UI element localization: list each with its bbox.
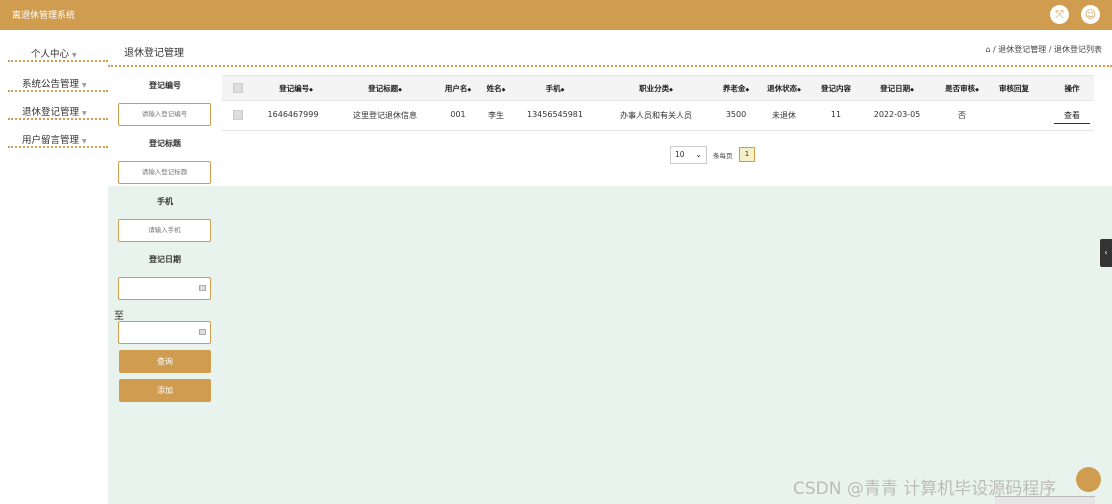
cell-pension: 3500: [725, 110, 747, 119]
sidebar-item-announcements[interactable]: 系统公告管理 ▼: [8, 74, 108, 92]
content-background: [108, 186, 1112, 504]
per-page-label: 条每页: [713, 152, 733, 160]
cell-name: 李生: [488, 111, 504, 120]
select-all-checkbox[interactable]: [233, 83, 243, 93]
page-size-select[interactable]: 10 ⌄: [670, 146, 707, 164]
cell-date: 2022-03-05: [873, 110, 921, 119]
chevron-down-icon: ⌄: [695, 150, 702, 159]
page-title: 退休登记管理: [124, 48, 184, 59]
floating-action-button[interactable]: [1076, 467, 1101, 492]
date-start-input[interactable]: [118, 277, 211, 300]
column-header: 操作: [1064, 84, 1080, 93]
chevron-down-icon: ▼: [72, 52, 77, 59]
calendar-icon: [199, 285, 206, 291]
cell-username: 001: [450, 110, 466, 119]
chevron-down-icon: ▼: [82, 110, 87, 117]
chevron-down-icon: ▼: [82, 138, 87, 145]
collapse-tab[interactable]: ‹: [1100, 239, 1112, 267]
date-range-to-label: 至: [114, 311, 124, 322]
field-label-phone: 手机: [157, 197, 173, 206]
sidebar: 个人中心 ▼ 系统公告管理 ▼ 退休登记管理 ▼ 用户留言管理 ▼: [0, 30, 108, 504]
column-header[interactable]: 姓名◆: [487, 83, 506, 94]
fullscreen-icon[interactable]: ⤧: [1050, 5, 1069, 24]
search-input-title[interactable]: 请输入登记标题: [118, 161, 211, 184]
column-header[interactable]: 登记编号◆: [279, 83, 313, 94]
page-number-current[interactable]: 1: [739, 147, 755, 162]
column-header[interactable]: 登记日期◆: [880, 83, 914, 94]
sidebar-item-retirement[interactable]: 退休登记管理 ▼: [8, 102, 108, 120]
home-icon[interactable]: ⌂: [985, 45, 990, 54]
column-header[interactable]: 登记内容: [821, 83, 851, 94]
cell-audited: 否: [958, 111, 966, 120]
sidebar-item-label: 退休登记管理: [22, 107, 80, 118]
table-row: 1646467999 这里登记退休信息 001 李生 13456545981 办…: [222, 101, 1094, 131]
sidebar-item-label: 系统公告管理: [22, 79, 80, 90]
sidebar-item-personal-center[interactable]: 个人中心 ▼: [8, 44, 108, 62]
sidebar-item-messages[interactable]: 用户留言管理 ▼: [8, 130, 108, 148]
cell-job: 办事人员和有关人员: [620, 111, 692, 120]
view-button[interactable]: 查看: [1054, 109, 1090, 124]
search-input-phone[interactable]: 请输入手机: [118, 219, 211, 242]
top-bar: 离退休管理系统 ⤧ ☺: [0, 0, 1112, 30]
cell-id: 1646467999: [267, 110, 319, 119]
date-end-input[interactable]: [118, 321, 211, 344]
sidebar-item-label: 用户留言管理: [22, 135, 80, 146]
query-button[interactable]: 查询: [119, 350, 211, 373]
column-header[interactable]: 职业分类◆: [639, 83, 673, 94]
chevron-left-icon: ‹: [1104, 248, 1108, 257]
table-header: 登记编号◆ 登记标题◆ 用户名◆ 姓名◆ 手机◆ 职业分类◆ 养老金◆ 退休状态…: [222, 75, 1094, 101]
column-header[interactable]: 是否审核◆: [945, 83, 979, 94]
ime-toolbar: [995, 496, 1095, 504]
cell-phone: 13456545981: [527, 110, 583, 119]
column-header[interactable]: 登记标题◆: [368, 83, 402, 94]
user-icon[interactable]: ☺: [1081, 5, 1100, 24]
column-header: 审核回复: [999, 84, 1029, 93]
cell-content: 11: [830, 110, 842, 119]
calendar-icon: [199, 329, 206, 335]
sidebar-item-label: 个人中心: [31, 49, 70, 60]
breadcrumb: ⌂ / 退休登记管理 / 退休登记列表: [985, 44, 1102, 55]
field-label-title: 登记标题: [149, 139, 181, 148]
field-label-id: 登记编号: [149, 81, 181, 90]
column-header[interactable]: 手机◆: [546, 83, 565, 94]
column-header[interactable]: 养老金◆: [723, 83, 749, 94]
main-header: 退休登记管理 ⌂ / 退休登记管理 / 退休登记列表: [108, 30, 1112, 67]
column-header[interactable]: 退休状态◆: [767, 83, 801, 94]
cell-title: 这里登记退休信息: [353, 111, 417, 120]
column-header[interactable]: 用户名◆: [445, 83, 471, 94]
breadcrumb-text: / 退休登记管理 / 退休登记列表: [992, 45, 1102, 54]
chevron-down-icon: ▼: [82, 82, 87, 89]
add-button[interactable]: 添加: [119, 379, 211, 402]
cell-status: 未退休: [772, 111, 796, 120]
search-input-id[interactable]: 请输入登记编号: [118, 103, 211, 126]
app-title: 离退休管理系统: [12, 11, 76, 21]
field-label-date: 登记日期: [149, 255, 181, 264]
row-checkbox[interactable]: [233, 110, 243, 120]
